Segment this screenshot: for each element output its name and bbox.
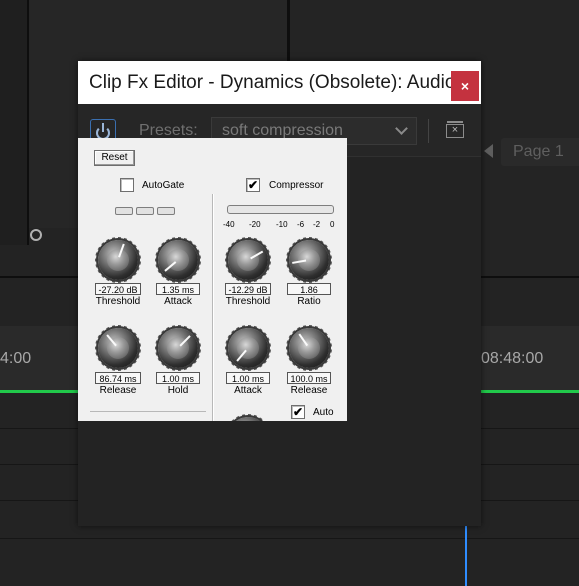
gate-led [157,207,175,215]
gate-attack-knob[interactable] [155,237,201,283]
delete-preset-button[interactable]: × [446,121,464,138]
power-icon-stem [102,123,104,132]
chevron-down-icon [395,122,408,135]
section-divider [212,194,213,421]
comp-release-knob[interactable] [286,325,332,371]
dynamics-plugin-panel: Reset AutoGate ✔ Compressor -40 -20 -10 … [78,138,347,421]
meter-scale-label: -6 [297,220,305,229]
comp-threshold-knob[interactable] [225,237,271,283]
preset-value: soft compression [222,122,343,139]
timecode-right: 08:48:00 [481,350,544,367]
knob-body [98,328,138,368]
page-tab-label: Page 1 [513,143,564,160]
comp-attack-value[interactable]: 1.00 ms [226,372,270,384]
compressor-label: Compressor [269,180,324,191]
comp-release-label: Release [290,385,328,396]
scrub-handle[interactable] [30,229,42,241]
gate-hold-label: Hold [167,385,189,396]
gate-release-label: Release [99,385,137,396]
gate-attack-label: Attack [164,296,192,307]
comp-release-value[interactable]: 100.0 ms [287,372,331,384]
comp-threshold-label: Threshold [225,296,271,307]
gate-hold-knob[interactable] [155,325,201,371]
reset-button[interactable]: Reset [94,150,135,166]
gate-attack-value[interactable]: 1.35 ms [156,283,200,295]
autogate-label: AutoGate [142,180,185,191]
meter-scale-label: -2 [313,220,321,229]
knob-body [98,240,138,280]
knob-body [228,240,268,280]
meter-scale-label: -40 [223,220,235,229]
page-tab[interactable]: Page 1 [501,138,579,166]
playhead[interactable] [465,526,467,586]
section-separator [90,411,206,412]
track-divider [0,538,579,539]
knob-body [228,328,268,368]
compressor-checkbox[interactable]: ✔ [246,178,260,192]
auto-label: Auto [313,407,334,418]
close-button[interactable]: × [451,71,479,101]
comp-ratio-knob[interactable] [286,237,332,283]
autogate-checkbox[interactable] [120,178,134,192]
left-monitor-panel [0,0,27,245]
comp-threshold-value[interactable]: -12.29 dB [225,283,271,295]
meter-scale-label: -20 [249,220,261,229]
comp-attack-label: Attack [234,385,262,396]
compressor-level-meter [227,205,334,214]
gate-release-knob[interactable] [95,325,141,371]
gate-hold-value[interactable]: 1.00 ms [156,372,200,384]
title-bar[interactable]: Clip Fx Editor - Dynamics (Obsolete): Au… [78,61,481,104]
toolbar-separator [428,119,429,143]
meter-scale-label: -10 [276,220,288,229]
gate-threshold-knob[interactable] [95,237,141,283]
comp-attack-knob[interactable] [225,325,271,371]
timecode-left: 4:00 [0,350,32,367]
dialog-title: Clip Fx Editor - Dynamics (Obsolete): Au… [89,72,477,93]
meter-scale-label: 0 [330,220,335,229]
auto-checkbox[interactable]: ✔ [291,405,305,419]
comp-ratio-label: Ratio [297,296,321,307]
knob-body [289,240,329,280]
gate-release-value[interactable]: 86.74 ms [95,372,141,384]
gate-threshold-value[interactable]: -27.20 dB [95,283,141,295]
gate-led [136,207,154,215]
knob-body [289,328,329,368]
gate-threshold-label: Threshold [95,296,141,307]
gate-led [115,207,133,215]
knob-body [158,328,198,368]
page-left-arrow-icon[interactable] [484,144,493,158]
knob-body [158,240,198,280]
gate-indicator-leds [115,207,175,216]
makeup-gain-knob[interactable] [225,414,271,421]
comp-ratio-value[interactable]: 1.86 [287,283,331,295]
